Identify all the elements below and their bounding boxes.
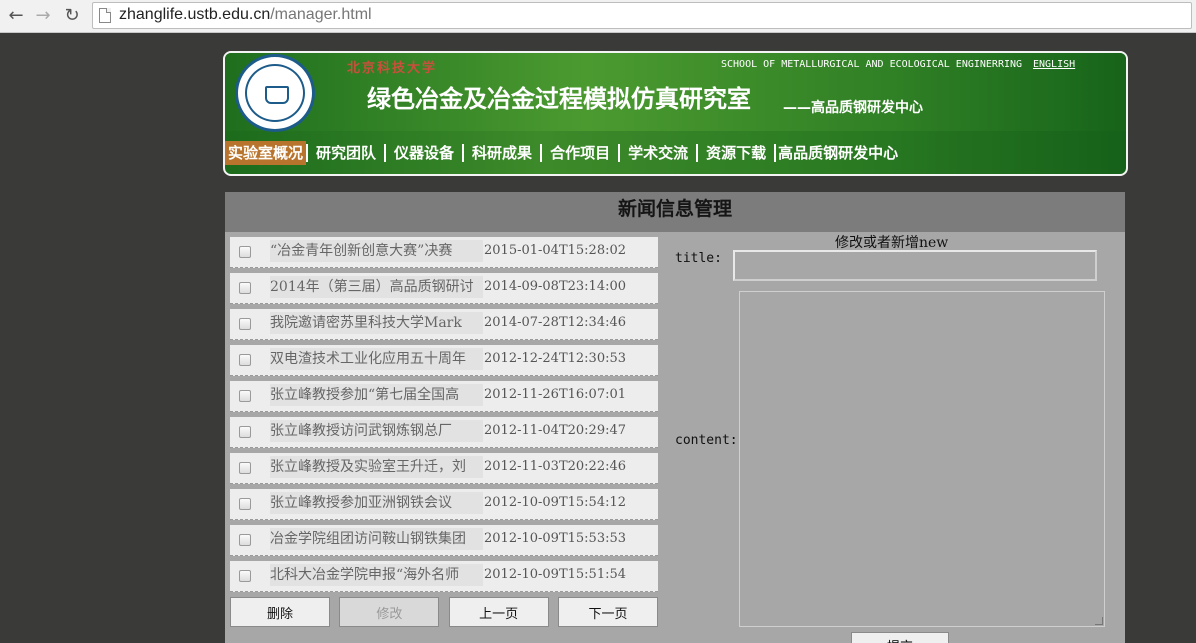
title-label: title: [675,251,722,266]
prev-page-button[interactable]: 上一页 [448,597,549,627]
news-checkbox[interactable] [239,390,251,402]
news-title: 北科大冶金学院申报“海外名师 [270,564,483,586]
news-title: 张立峰教授访问武钢炼钢总厂 [270,420,483,442]
forward-arrow-icon[interactable]: → [32,5,54,27]
address-bar[interactable]: zhanglife.ustb.edu.cn/manager.html [92,2,1192,29]
news-date: 2012-12-24T12:30:53 [484,351,627,366]
news-title: 张立峰教授及实验室王升迁，刘 [270,456,483,478]
panel-header: 新闻信息管理 [225,192,1125,232]
main-menu: 实验室概况 研究团队 仪器设备 科研成果 合作项目 学术交流 资源下载 高品质钢… [225,140,906,166]
list-item: 张立峰教授参加“第七届全国高 2012-11-26T16:07:01 [230,381,658,412]
editor-heading: 修改或者新增new [835,235,949,251]
news-checkbox[interactable] [239,534,251,546]
title-input[interactable] [733,250,1097,281]
university-logo-icon [235,54,315,132]
news-checkbox[interactable] [239,426,251,438]
news-date: 2014-07-28T12:34:46 [484,315,627,330]
news-date: 2012-11-26T16:07:01 [484,387,627,402]
reload-icon[interactable]: ↻ [61,5,83,27]
list-item: 张立峰教授及实验室王升迁，刘 2012-11-03T20:22:46 [230,453,658,484]
submit-button[interactable]: 提交 [851,632,949,643]
panel-title: 新闻信息管理 [617,198,732,220]
news-title: 2014年（第三届）高品质钢研讨 [270,276,483,298]
page-icon [99,8,111,23]
menu-item-academic[interactable]: 学术交流 [620,141,696,165]
content-label: content: [675,433,738,448]
news-date: 2012-11-03T20:22:46 [484,459,627,474]
resize-handle-icon[interactable] [1095,617,1103,625]
site-header: 北京科技大学 SCHOOL OF METALLURGICAL AND ECOLO… [223,51,1128,176]
news-title: 双电渣技术工业化应用五十周年 [270,348,483,370]
content-textarea[interactable] [739,291,1105,627]
school-name-en: SCHOOL OF METALLURGICAL AND ECOLOGICAL E… [721,59,1023,70]
url-host: zhanglife.ustb.edu.cn [119,6,271,23]
menu-item-research[interactable]: 科研成果 [464,141,540,165]
next-page-button[interactable]: 下一页 [557,597,658,627]
menu-item-downloads[interactable]: 资源下载 [698,141,774,165]
news-date: 2012-10-09T15:51:54 [484,567,627,582]
news-management-panel: 新闻信息管理 “冶金青年创新创意大赛”决赛 2015-01-04T15:28:0… [225,192,1125,643]
url-path: /manager.html [270,6,372,23]
news-title: 张立峰教授参加亚洲钢铁会议 [270,492,483,514]
browser-toolbar: ← → ↻ zhanglife.ustb.edu.cn/manager.html [0,0,1196,33]
list-item: 双电渣技术工业化应用五十周年 2012-12-24T12:30:53 [230,345,658,376]
list-item: 我院邀请密苏里科技大学Mark 2014-07-28T12:34:46 [230,309,658,340]
back-arrow-icon[interactable]: ← [5,5,27,27]
news-title: 张立峰教授参加“第七届全国高 [270,384,483,406]
news-date: 2012-10-09T15:54:12 [484,495,627,510]
news-checkbox[interactable] [239,318,251,330]
news-title: 我院邀请密苏里科技大学Mark [270,312,483,334]
english-link[interactable]: ENGLISH [1033,59,1075,70]
list-item: 张立峰教授参加亚洲钢铁会议 2012-10-09T15:54:12 [230,489,658,520]
menu-item-overview[interactable]: 实验室概况 [225,141,307,165]
lab-title: 绿色冶金及冶金过程模拟仿真研究室 [367,84,751,113]
list-item: 冶金学院组团访问鞍山钢铁集团 2012-10-09T15:53:53 [230,525,658,556]
list-item: 北科大冶金学院申报“海外名师 2012-10-09T15:51:54 [230,561,658,592]
news-checkbox[interactable] [239,246,251,258]
menu-item-projects[interactable]: 合作项目 [542,141,618,165]
news-checkbox[interactable] [239,570,251,582]
url-text[interactable]: zhanglife.ustb.edu.cn/manager.html [119,6,372,24]
news-checkbox[interactable] [239,462,251,474]
news-list: “冶金青年创新创意大赛”决赛 2015-01-04T15:28:02 2014年… [230,237,658,597]
menu-item-equipment[interactable]: 仪器设备 [386,141,462,165]
news-date: 2014-09-08T23:14:00 [484,279,627,294]
news-title: “冶金青年创新创意大赛”决赛 [270,240,483,262]
list-actions: 删除 修改 上一页 下一页 [230,597,658,629]
news-checkbox[interactable] [239,354,251,366]
news-date: 2012-10-09T15:53:53 [484,531,627,546]
news-title: 冶金学院组团访问鞍山钢铁集团 [270,528,483,550]
delete-button[interactable]: 删除 [230,597,330,627]
menu-item-team[interactable]: 研究团队 [308,141,384,165]
menu-item-steel-center[interactable]: 高品质钢研发中心 [776,141,906,165]
list-item: 2014年（第三届）高品质钢研讨 2014-09-08T23:14:00 [230,273,658,304]
news-checkbox[interactable] [239,282,251,294]
lab-subtitle: ——高品质钢研发中心 [783,100,923,116]
news-date: 2015-01-04T15:28:02 [484,243,627,258]
list-item: 张立峰教授访问武钢炼钢总厂 2012-11-04T20:29:47 [230,417,658,448]
modify-button[interactable]: 修改 [339,597,440,627]
university-name: 北京科技大学 [347,61,438,76]
news-date: 2012-11-04T20:29:47 [484,423,627,438]
list-item: “冶金青年创新创意大赛”决赛 2015-01-04T15:28:02 [230,237,658,268]
news-checkbox[interactable] [239,498,251,510]
